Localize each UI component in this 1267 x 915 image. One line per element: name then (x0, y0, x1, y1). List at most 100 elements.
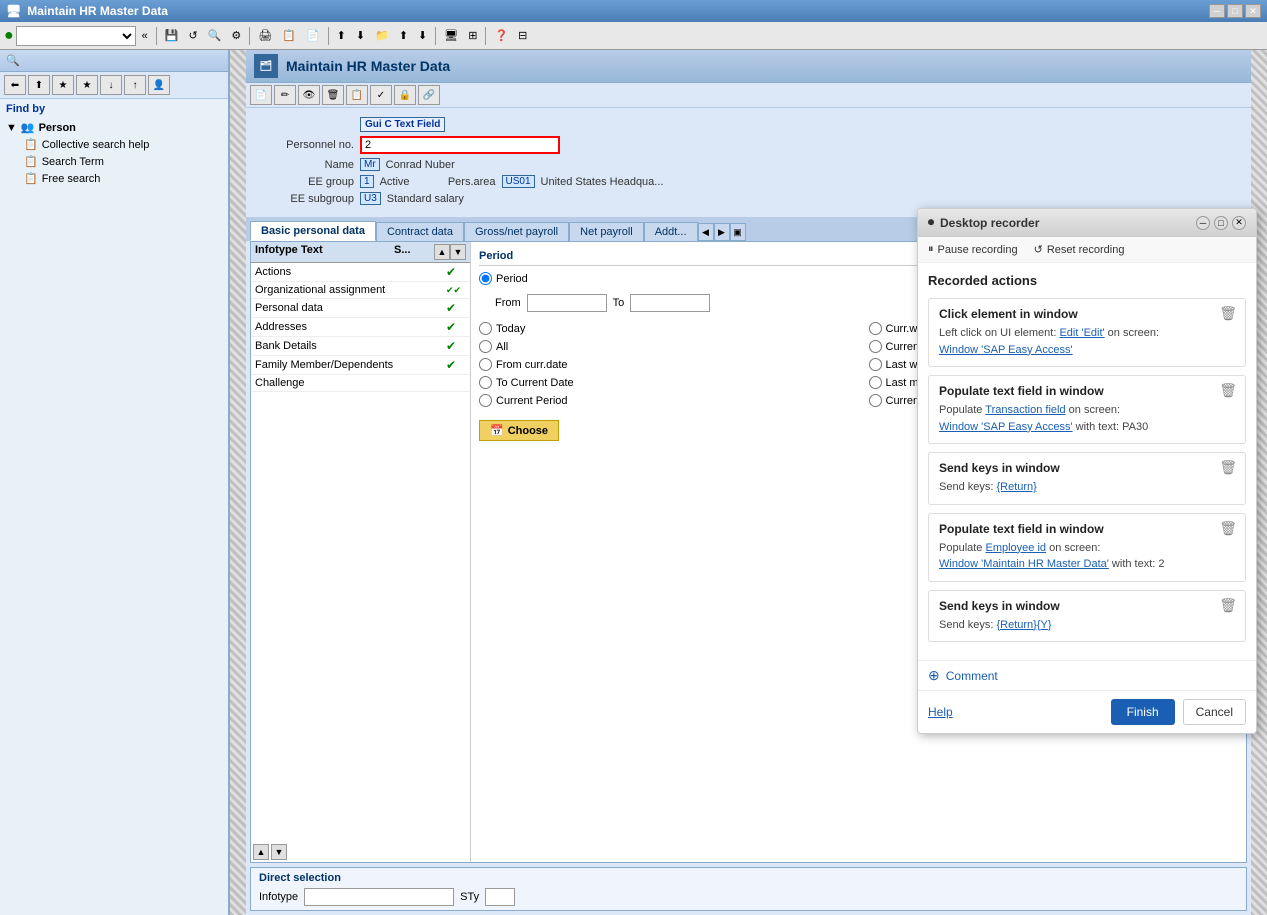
upload-button[interactable]: ⬆ (333, 25, 350, 47)
folder-button[interactable]: 📁 (371, 25, 393, 47)
sidebar-item-free-search[interactable]: 📋 Free search (0, 170, 228, 187)
action-4-delete-btn[interactable]: 🗑 (1219, 520, 1237, 537)
tab-net-payroll[interactable]: Net payroll (569, 222, 644, 241)
action-1-link1[interactable]: Edit 'Edit' (1059, 327, 1104, 339)
sub-btn-del[interactable]: 🗑 (322, 85, 344, 105)
settings-button[interactable]: ⚙ (227, 25, 245, 47)
choose-button[interactable]: 📅 Choose (479, 420, 559, 441)
finish-button[interactable]: Finish (1111, 699, 1175, 725)
maximize-button[interactable]: □ (1227, 4, 1243, 18)
action-3-link1[interactable]: {Return} (996, 481, 1036, 493)
sidebar-btn-7[interactable]: 👤 (148, 75, 170, 95)
recorder-maximize-btn[interactable]: □ (1214, 216, 1228, 230)
cancel-button[interactable]: Cancel (1183, 699, 1246, 725)
tab-gross-net-payroll[interactable]: Gross/net payroll (464, 222, 569, 241)
tab-nav-left[interactable]: ◀ (698, 223, 714, 241)
radio-current-month[interactable] (869, 340, 882, 353)
table-row-bank[interactable]: Bank Details ✔ (251, 337, 470, 356)
sty-input[interactable] (485, 888, 515, 906)
help-link[interactable]: Help (928, 705, 953, 719)
copy-button[interactable]: 📋 (278, 25, 300, 47)
sub-btn-view[interactable]: 👁 (298, 85, 320, 105)
radio-current-period[interactable] (479, 394, 492, 407)
radio-today[interactable] (479, 322, 492, 335)
infotype-scroll-up2[interactable]: ▲ (253, 844, 269, 860)
sidebar-item-search-term[interactable]: 📋 Search Term (0, 153, 228, 170)
close-button[interactable]: ✕ (1245, 4, 1261, 18)
radio-curr-week[interactable] (869, 322, 882, 335)
comment-button[interactable]: ⊕ Comment (918, 660, 1256, 690)
tab-nav-right[interactable]: ▶ (714, 223, 730, 241)
action-1-link2[interactable]: Window 'SAP Easy Access' (939, 344, 1073, 356)
action-5-link1[interactable]: {Return}{Y} (996, 619, 1051, 631)
action-2-delete-btn[interactable]: 🗑 (1219, 382, 1237, 399)
download-button[interactable]: ⬇ (352, 25, 369, 47)
sub-btn-new[interactable]: 📄 (250, 85, 272, 105)
command-combo[interactable] (16, 26, 136, 46)
tab-addt[interactable]: Addt... (644, 222, 698, 241)
table-row-addresses[interactable]: Addresses ✔ (251, 318, 470, 337)
tab-nav-more[interactable]: ▣ (730, 223, 746, 241)
personnel-no-input[interactable] (360, 136, 560, 154)
free-search-label: Free search (42, 173, 101, 185)
radio-last-week[interactable] (869, 358, 882, 371)
recorder-close-btn[interactable]: ✕ (1232, 216, 1246, 230)
sub-btn-lock[interactable]: 🔒 (394, 85, 416, 105)
sidebar-btn-1[interactable]: ⬅ (4, 75, 26, 95)
sidebar-item-collective-search[interactable]: 📋 Collective search help (0, 136, 228, 153)
radio-period[interactable] (479, 272, 492, 285)
action-2-link2[interactable]: Window 'SAP Easy Access' (939, 421, 1073, 433)
sidebar-item-person[interactable]: ▼ 👥 Person (0, 119, 228, 136)
sub-btn-ref[interactable]: 🔗 (418, 85, 440, 105)
period-to-input[interactable] (630, 294, 710, 312)
table-row-personal[interactable]: Personal data ✔ (251, 299, 470, 318)
radio-last-month[interactable] (869, 376, 882, 389)
table-row-challenge[interactable]: Challenge (251, 375, 470, 392)
action-1-delete-btn[interactable]: 🗑 (1219, 305, 1237, 322)
tab-contract-data[interactable]: Contract data (376, 222, 464, 241)
action-3-delete-btn[interactable]: 🗑 (1219, 459, 1237, 476)
table-row-org[interactable]: Organizational assignment ✔✔ (251, 282, 470, 299)
table-scroll-down[interactable]: ▼ (450, 244, 466, 260)
radio-current-year[interactable] (869, 394, 882, 407)
sub-btn-copy[interactable]: 📋 (346, 85, 368, 105)
move-down-button[interactable]: ⬇ (414, 25, 431, 47)
print-button[interactable]: 🖨 (254, 25, 276, 47)
table-row-actions[interactable]: Actions ✔ (251, 263, 470, 282)
sidebar-btn-6[interactable]: ↑ (124, 75, 146, 95)
comment-plus-icon: ⊕ (928, 667, 940, 684)
minimize-button[interactable]: ─ (1209, 4, 1225, 18)
action-4-link2[interactable]: Window 'Maintain HR Master Data' (939, 558, 1109, 570)
sidebar-btn-5[interactable]: ↓ (100, 75, 122, 95)
help-button[interactable]: ❓ (490, 25, 512, 47)
config-button[interactable]: ⊟ (514, 25, 531, 47)
sub-btn-edit[interactable]: ✏ (274, 85, 296, 105)
sub-btn-check[interactable]: ✓ (370, 85, 392, 105)
infotype-input[interactable] (304, 888, 454, 906)
table-scroll-up[interactable]: ▲ (434, 244, 450, 260)
sidebar-btn-3[interactable]: ★ (52, 75, 74, 95)
infotype-scroll-down2[interactable]: ▼ (271, 844, 287, 860)
nav-back-button[interactable]: « (138, 25, 152, 47)
radio-to-current-date[interactable] (479, 376, 492, 389)
move-up-button[interactable]: ⬆ (395, 25, 412, 47)
save-button[interactable]: 💾 (161, 25, 183, 47)
recorder-minimize-btn[interactable]: ─ (1196, 216, 1210, 230)
tab-basic-personal-data[interactable]: Basic personal data (250, 221, 376, 241)
action-2-link1[interactable]: Transaction field (985, 404, 1065, 416)
sidebar-btn-2[interactable]: ⬆ (28, 75, 50, 95)
search-button[interactable]: 🔍 (204, 25, 226, 47)
screen-button[interactable]: 🖥 (440, 25, 462, 47)
radio-all[interactable] (479, 340, 492, 353)
table-row-family[interactable]: Family Member/Dependents ✔ (251, 356, 470, 375)
refresh-button[interactable]: ↺ (185, 25, 202, 47)
grid-button[interactable]: ⊞ (464, 25, 481, 47)
paste-button[interactable]: 📄 (302, 25, 324, 47)
reset-recording-button[interactable]: ↺ Reset recording (1034, 243, 1125, 256)
radio-from-curr-date[interactable] (479, 358, 492, 371)
action-4-link1[interactable]: Employee id (985, 542, 1046, 554)
pause-recording-button[interactable]: ⏸ Pause recording (928, 243, 1018, 256)
sidebar-btn-4[interactable]: ★ (76, 75, 98, 95)
action-5-delete-btn[interactable]: 🗑 (1219, 597, 1237, 614)
period-from-input[interactable] (527, 294, 607, 312)
